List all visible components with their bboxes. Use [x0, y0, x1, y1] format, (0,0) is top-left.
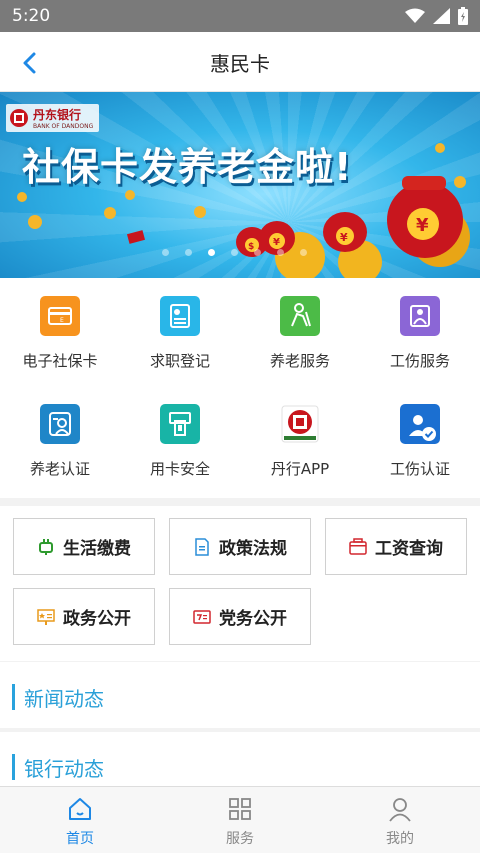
- carousel-dot[interactable]: [277, 249, 284, 256]
- grid-icon: [229, 798, 251, 820]
- service-buttons: 生活缴费 政策法规 工资查询 政务公开 党务公开: [0, 506, 480, 661]
- nav-bar: 惠民卡: [0, 32, 480, 92]
- quick-menu-grid: E 电子社保卡 求职登记 养老服务 工伤服务 养老认证 用卡安全 丹行APP 工…: [0, 278, 480, 498]
- service-label: 生活缴费: [63, 539, 131, 559]
- service-label: 政策法规: [219, 539, 287, 559]
- grid-item-label: 工伤服务: [389, 352, 450, 370]
- grid-item-label: 养老认证: [29, 460, 90, 478]
- carousel-dot-active[interactable]: [208, 249, 215, 256]
- grid-item-bank-app[interactable]: 丹行APP: [240, 386, 360, 494]
- tab-profile[interactable]: 我的: [320, 787, 480, 853]
- grid-item-job-register[interactable]: 求职登记: [120, 278, 240, 386]
- document-icon: [195, 537, 209, 556]
- bank-app-icon: [280, 404, 320, 444]
- section-accent-bar: [12, 684, 15, 710]
- user-icon: [389, 798, 411, 822]
- carousel-dot[interactable]: [162, 249, 169, 256]
- section-accent-bar: [12, 754, 15, 780]
- resume-icon: [160, 296, 200, 336]
- grid-item-elder-verify[interactable]: 养老认证: [0, 386, 120, 494]
- atm-icon: [160, 404, 200, 444]
- e-card-icon: E: [40, 296, 80, 336]
- tab-label: 首页: [66, 831, 94, 847]
- carousel-dots: [162, 249, 307, 256]
- tab-label: 我的: [386, 831, 414, 847]
- status-time: 5:20: [12, 6, 51, 26]
- grid-item-label: 电子社保卡: [22, 352, 98, 370]
- wallet-icon: [349, 537, 367, 555]
- home-icon: [69, 798, 91, 820]
- user-check-icon: [400, 404, 440, 444]
- plug-icon: [39, 538, 53, 555]
- service-label: 党务公开: [219, 609, 287, 629]
- svg-text:¥: ¥: [416, 215, 429, 236]
- page-title: 惠民卡: [210, 52, 270, 76]
- carousel-dot[interactable]: [185, 249, 192, 256]
- svg-text:E: E: [60, 317, 64, 324]
- bottom-tab-bar: 首页 服务 我的: [0, 786, 480, 853]
- grid-item-label: 丹行APP: [270, 460, 330, 478]
- face-verify-icon: [40, 404, 80, 444]
- government-affairs-button[interactable]: 政务公开: [13, 588, 155, 645]
- status-bar: 5:20: [0, 0, 480, 32]
- carousel-dot[interactable]: [231, 249, 238, 256]
- svg-text:¥: ¥: [273, 237, 280, 248]
- carousel-dot[interactable]: [254, 249, 261, 256]
- wifi-icon: [405, 8, 425, 23]
- injury-icon: [400, 296, 440, 336]
- grid-item-card-safety[interactable]: 用卡安全: [120, 386, 240, 494]
- utility-payment-button[interactable]: 生活缴费: [13, 518, 155, 575]
- grid-item-e-card[interactable]: E 电子社保卡: [0, 278, 120, 386]
- service-label: 工资查询: [375, 539, 443, 559]
- news-section-title: 新闻动态: [24, 687, 104, 711]
- grid-item-label: 求职登记: [149, 352, 210, 370]
- notice-icon: [193, 609, 211, 624]
- carousel-dot[interactable]: [300, 249, 307, 256]
- salary-query-button[interactable]: 工资查询: [325, 518, 467, 575]
- news-section[interactable]: 新闻动态: [0, 662, 480, 728]
- service-label: 政务公开: [63, 609, 131, 629]
- signal-icon: [433, 8, 450, 24]
- grid-item-label: 用卡安全: [149, 460, 210, 478]
- grid-item-elder-service[interactable]: 养老服务: [240, 278, 360, 386]
- tab-services[interactable]: 服务: [160, 787, 320, 853]
- board-icon: [37, 608, 55, 625]
- elder-icon: [280, 296, 320, 336]
- battery-icon: [458, 7, 468, 25]
- grid-item-label: 工伤认证: [389, 460, 450, 478]
- grid-item-injury-service[interactable]: 工伤服务: [360, 278, 480, 386]
- grid-item-injury-verify[interactable]: 工伤认证: [360, 386, 480, 494]
- promo-banner[interactable]: 丹东银行 BANK OF DANDONG 社保卡发养老金啦! ¥ ¥ ¥ $: [0, 92, 480, 278]
- party-affairs-button[interactable]: 党务公开: [169, 588, 311, 645]
- grid-item-label: 养老服务: [269, 352, 330, 370]
- policy-regulations-button[interactable]: 政策法规: [169, 518, 311, 575]
- tab-label: 服务: [226, 831, 254, 847]
- tab-home[interactable]: 首页: [0, 787, 160, 853]
- status-icons: [405, 7, 468, 25]
- svg-text:¥: ¥: [340, 231, 348, 244]
- bank-section-title: 银行动态: [24, 757, 104, 781]
